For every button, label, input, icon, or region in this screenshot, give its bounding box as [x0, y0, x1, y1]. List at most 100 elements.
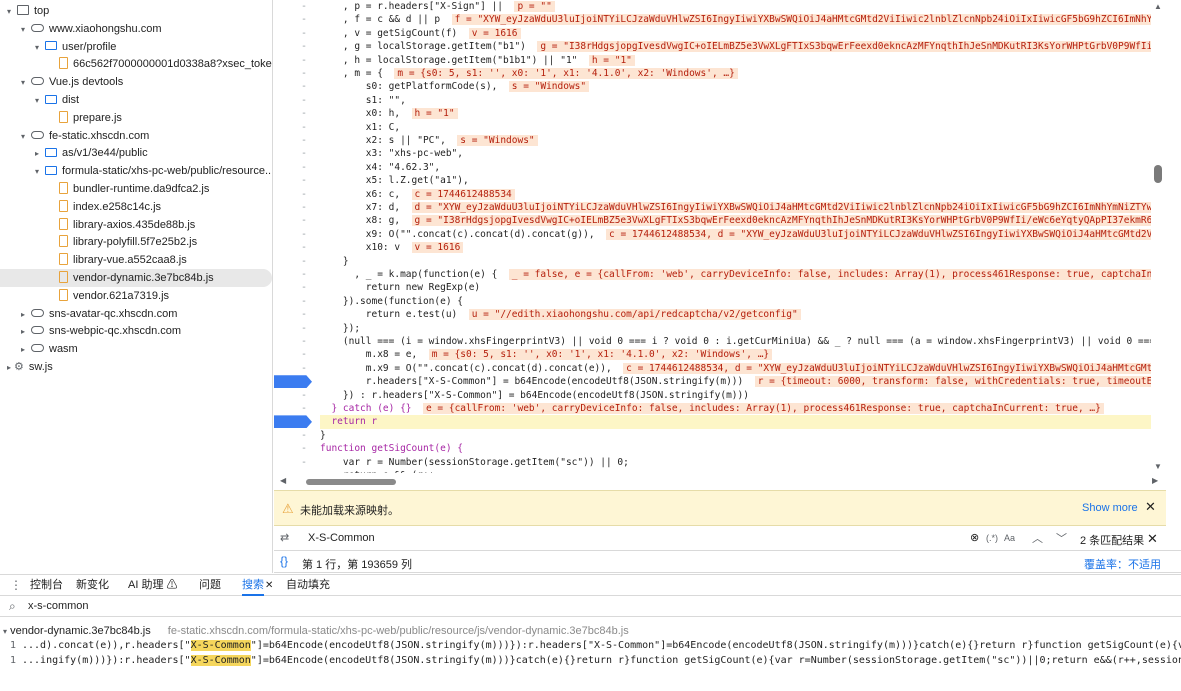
show-more-link[interactable]: Show more — [1082, 502, 1138, 514]
code-line[interactable]: , v = getSigCount(f) v = 1616 — [320, 27, 1151, 40]
expand-arrow-icon[interactable]: ▾ — [18, 128, 28, 146]
gutter-line[interactable] — [274, 375, 318, 389]
gutter-line[interactable]: - — [274, 322, 318, 335]
search-input[interactable]: x-s-common — [28, 600, 89, 612]
editor-horizontal-scrollbar[interactable]: ◀ ▶ — [274, 473, 1166, 490]
expand-arrow-icon[interactable]: ▾ — [32, 39, 42, 57]
code-line[interactable]: x9: O("".concat(c).concat(d).concat(g)),… — [320, 228, 1151, 241]
gutter-line[interactable]: - — [274, 94, 318, 107]
breakpoint-marker[interactable] — [274, 375, 312, 389]
chevron-up-icon[interactable]: ︿ — [1032, 530, 1043, 546]
pretty-print-icon[interactable]: {} — [280, 554, 288, 568]
more-tabs-icon[interactable]: ⋮ — [10, 578, 22, 592]
tab-autofill[interactable]: 自动填充 — [286, 575, 330, 596]
chevron-down-icon[interactable]: ﹀ — [1056, 530, 1067, 546]
expand-arrow-icon[interactable]: ▸ — [18, 323, 28, 341]
result-line[interactable]: 1 ...d).concat(e)),r.headers["X-S-Common"… — [0, 639, 1181, 653]
tree-item[interactable]: library-vue.a552caa8.js — [0, 251, 272, 269]
gutter-line[interactable]: - — [274, 188, 318, 201]
gutter-line[interactable]: - — [274, 402, 318, 415]
code-line[interactable]: x10: v v = 1616 — [320, 241, 1151, 254]
tree-item[interactable]: index.e258c14c.js — [0, 198, 272, 216]
result-file-row[interactable]: ▾ vendor-dynamic.3e7bc84b.js fe-static.x… — [0, 624, 1181, 638]
regex-toggle[interactable]: (.*) — [986, 533, 998, 543]
editor-vertical-scrollbar[interactable]: ▲ ▼ — [1151, 0, 1165, 473]
code-line[interactable]: }).some(function(e) { — [320, 295, 1151, 308]
code-line[interactable]: return e.test(u) u = "//edith.xiaohongsh… — [320, 308, 1151, 321]
code-line[interactable]: }) : r.headers["X-S-Common"] = b64Encode… — [320, 389, 1151, 402]
tree-item[interactable]: ▾ user/profile — [0, 38, 272, 56]
gutter-line[interactable]: - — [274, 268, 318, 281]
match-case-toggle[interactable]: Aa — [1004, 533, 1015, 543]
gutter-line[interactable] — [274, 415, 318, 429]
gutter-line[interactable]: - — [274, 308, 318, 321]
gutter-line[interactable]: - — [274, 0, 318, 13]
code-line[interactable]: , g = localStorage.getItem("b1") g = "I3… — [320, 40, 1151, 53]
code-line[interactable]: function getSigCount(e) { — [320, 442, 1151, 455]
code-line[interactable]: (null === (i = window.xhsFingerprintV3) … — [320, 335, 1151, 348]
code-line[interactable]: x8: g, g = "I38rHdgsjopgIvesdVwgIC+oIELm… — [320, 214, 1151, 227]
code-line[interactable]: } catch (e) {} e = {callFrom: 'web', car… — [320, 402, 1151, 415]
gutter-line[interactable]: - — [274, 174, 318, 187]
gutter-line[interactable]: - — [274, 456, 318, 469]
scroll-down-icon[interactable]: ▼ — [1154, 462, 1162, 471]
scroll-left-icon[interactable]: ◀ — [280, 476, 286, 485]
code-line[interactable]: m.x9 = O("".concat(c).concat(d).concat(e… — [320, 362, 1151, 375]
code-line[interactable]: , m = { m = {s0: 5, s1: '', x0: '1', x1:… — [320, 67, 1151, 80]
gutter-line[interactable]: - — [274, 80, 318, 93]
code-line[interactable]: x2: s || "PC", s = "Windows" — [320, 134, 1151, 147]
tree-item[interactable]: ▾ formula-static/xhs-pc-web/public/resour… — [0, 162, 272, 180]
code-line[interactable]: x7: d, d = "XYW_eyJzaWduU3luIjoiNTYiLCJz… — [320, 201, 1151, 214]
gutter-line[interactable]: - — [274, 295, 318, 308]
gutter-line[interactable]: - — [274, 255, 318, 268]
expand-arrow-icon[interactable]: ▾ — [32, 92, 42, 110]
expand-arrow-icon[interactable]: ▾ — [18, 74, 28, 92]
code-editor[interactable]: , p = r.headers["X-Sign"] || p = "" , f … — [320, 0, 1151, 473]
scroll-right-icon[interactable]: ▶ — [1152, 476, 1158, 485]
gutter-line[interactable]: - — [274, 134, 318, 147]
clear-icon[interactable]: ⊗ — [970, 531, 979, 544]
gutter-line[interactable]: - — [274, 40, 318, 53]
expand-arrow-icon[interactable]: ▸ — [32, 145, 42, 163]
code-line[interactable]: x5: l.Z.get("a1"), — [320, 174, 1151, 187]
code-line[interactable]: } — [320, 429, 1151, 442]
expand-arrow-icon[interactable]: ▸ — [4, 359, 14, 377]
close-tab-icon[interactable]: ✕ — [265, 575, 273, 596]
gutter-line[interactable]: - — [274, 241, 318, 254]
gutter-line[interactable]: - — [274, 281, 318, 294]
expand-arrow-icon[interactable]: ▾ — [32, 163, 42, 181]
code-line[interactable]: }); — [320, 322, 1151, 335]
gutter-line[interactable]: - — [274, 201, 318, 214]
close-icon[interactable]: ✕ — [1147, 531, 1158, 547]
code-line[interactable]: x1: C, — [320, 121, 1151, 134]
code-line[interactable]: , f = c && d || p f = "XYW_eyJzaWduU3luI… — [320, 13, 1151, 26]
gutter-line[interactable]: - — [274, 147, 318, 160]
tree-item[interactable]: 66c562f7000000001d0338a8?xsec_token... — [0, 55, 272, 73]
gutter-line[interactable]: - — [274, 161, 318, 174]
tree-item[interactable]: ▸ ⚙ sw.js — [0, 358, 272, 376]
code-line[interactable]: return r — [320, 415, 1151, 429]
gutter-line[interactable]: - — [274, 442, 318, 455]
tree-item[interactable]: vendor.621a7319.js — [0, 287, 272, 305]
code-line[interactable]: s1: "", — [320, 94, 1151, 107]
code-line[interactable]: x6: c, c = 1744612488534 — [320, 188, 1151, 201]
gutter-line[interactable]: - — [274, 107, 318, 120]
scrollbar-thumb[interactable] — [1154, 165, 1162, 183]
gutter-line[interactable]: - — [274, 13, 318, 26]
code-line[interactable]: } — [320, 255, 1151, 268]
gutter-line[interactable]: - — [274, 214, 318, 227]
tab-console[interactable]: 控制台 — [30, 575, 63, 596]
find-input[interactable]: X-S-Common — [308, 532, 375, 544]
gutter-line[interactable]: - — [274, 335, 318, 348]
tree-item[interactable]: ▸ sns-avatar-qc.xhscdn.com — [0, 305, 272, 323]
tree-item[interactable]: ▾ top — [0, 2, 272, 20]
gutter-line[interactable]: - — [274, 27, 318, 40]
code-line[interactable]: m.x8 = e, m = {s0: 5, s1: '', x0: '1', x… — [320, 348, 1151, 361]
coverage-status[interactable]: 覆盖率：不适用 — [1084, 556, 1161, 572]
scroll-up-icon[interactable]: ▲ — [1154, 2, 1162, 11]
tree-item[interactable]: library-axios.435de88b.js — [0, 216, 272, 234]
replace-toggle-icon[interactable]: ⇄ — [280, 531, 289, 544]
code-line[interactable]: x4: "4.62.3", — [320, 161, 1151, 174]
tab-ai-assistant[interactable]: AI 助理 ⚠ — [128, 575, 178, 596]
code-line[interactable]: , _ = k.map(function(e) { _ = false, e =… — [320, 268, 1151, 281]
